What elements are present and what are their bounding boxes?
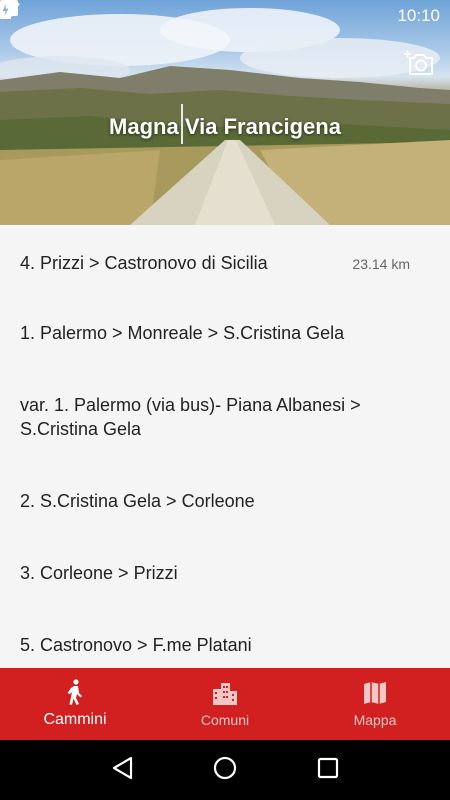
- tab-mappa[interactable]: Mappa: [300, 668, 450, 740]
- back-button[interactable]: [107, 755, 137, 785]
- route-name: 2. S.Cristina Gela > Corleone: [20, 491, 255, 511]
- list-item[interactable]: 3. Corleone > Prizzi: [0, 537, 450, 609]
- tab-cammini[interactable]: Cammini: [0, 668, 150, 740]
- list-item[interactable]: 4. Prizzi > Castronovo di Sicilia 23.14 …: [0, 225, 450, 297]
- route-name: 3. Corleone > Prizzi: [20, 563, 178, 583]
- status-bar: 10:10: [0, 0, 450, 32]
- bottom-navigation: Cammini Comuni Mappa: [0, 668, 450, 740]
- map-icon: [362, 680, 388, 706]
- back-icon: [111, 756, 133, 785]
- walking-icon: [62, 679, 88, 705]
- route-name: 1. Palermo > Monreale > S.Cristina Gela: [20, 323, 345, 343]
- tab-label: Mappa: [353, 712, 397, 728]
- list-item[interactable]: 5. Castronovo > F.me Platani: [0, 609, 450, 668]
- route-distance: 23.14 km: [352, 256, 410, 272]
- list-item[interactable]: 2. S.Cristina Gela > Corleone: [0, 465, 450, 537]
- home-icon: [213, 756, 237, 785]
- route-name: 5. Castronovo > F.me Platani: [20, 635, 252, 655]
- list-item[interactable]: var. 1. Palermo (via bus)- Piana Albanes…: [0, 369, 450, 465]
- recents-icon: [317, 757, 339, 784]
- home-button[interactable]: [210, 755, 240, 785]
- header-image: 10:10 Magna Via Francigena: [0, 0, 450, 225]
- city-icon: [212, 680, 238, 706]
- list-item[interactable]: 1. Palermo > Monreale > S.Cristina Gela: [0, 297, 450, 369]
- landscape-illustration: [0, 8, 450, 225]
- route-name: var. 1. Palermo (via bus)- Piana Albanes…: [20, 395, 361, 439]
- tab-label: Cammini: [43, 711, 107, 728]
- page-title: Magna Via Francigena: [109, 114, 341, 139]
- add-photo-button[interactable]: [404, 50, 438, 80]
- status-time: 10:10: [397, 6, 440, 25]
- route-list: 4. Prizzi > Castronovo di Sicilia 23.14 …: [0, 225, 450, 668]
- tab-comuni[interactable]: Comuni: [150, 668, 300, 740]
- route-name: 4. Prizzi > Castronovo di Sicilia: [20, 253, 268, 273]
- system-navigation-bar: [0, 740, 450, 800]
- tab-label: Comuni: [200, 712, 250, 728]
- recents-button[interactable]: [313, 755, 343, 785]
